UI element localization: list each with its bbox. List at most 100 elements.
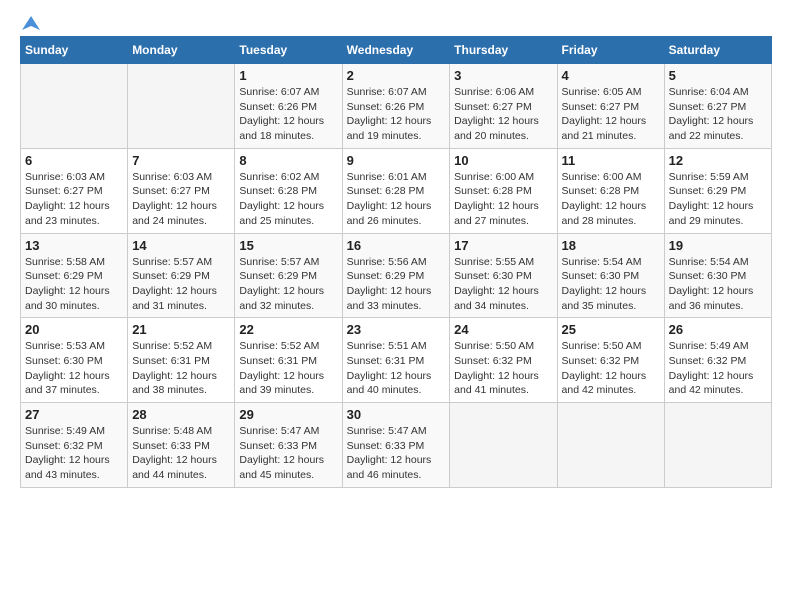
day-number: 13 xyxy=(25,238,123,253)
calendar-cell: 16 Sunrise: 5:56 AM Sunset: 6:29 PM Dayli… xyxy=(342,233,450,318)
calendar-cell: 22Sunrise: 5:52 AM Sunset: 6:31 PM Dayli… xyxy=(235,318,342,403)
day-number: 21 xyxy=(132,322,230,337)
calendar-cell: 20Sunrise: 5:53 AM Sunset: 6:30 PM Dayli… xyxy=(21,318,128,403)
calendar-cell: 7 Sunrise: 6:03 AM Sunset: 6:27 PM Daylig… xyxy=(128,148,235,233)
day-info: Sunrise: 5:56 AM Sunset: 6:29 PM Dayligh… xyxy=(347,255,446,314)
day-info: Sunrise: 5:59 AM Sunset: 6:29 PM Dayligh… xyxy=(669,170,767,229)
day-number: 23 xyxy=(347,322,446,337)
calendar-cell: 13 Sunrise: 5:58 AM Sunset: 6:29 PM Dayli… xyxy=(21,233,128,318)
day-header-thursday: Thursday xyxy=(450,37,557,64)
day-number: 28 xyxy=(132,407,230,422)
day-number: 19 xyxy=(669,238,767,253)
day-info: Sunrise: 6:03 AM Sunset: 6:27 PM Dayligh… xyxy=(132,170,230,229)
calendar-cell: 1 Sunrise: 6:07 AM Sunset: 6:26 PM Daylig… xyxy=(235,64,342,149)
day-number: 7 xyxy=(132,153,230,168)
calendar-cell: 18 Sunrise: 5:54 AM Sunset: 6:30 PM Dayli… xyxy=(557,233,664,318)
header xyxy=(20,20,772,26)
day-number: 2 xyxy=(347,68,446,83)
day-number: 16 xyxy=(347,238,446,253)
day-info: Sunrise: 5:47 AM Sunset: 6:33 PM Dayligh… xyxy=(347,424,446,483)
calendar-cell: 23 Sunrise: 5:51 AM Sunset: 6:31 PM Dayli… xyxy=(342,318,450,403)
calendar-header-row: SundayMondayTuesdayWednesdayThursdayFrid… xyxy=(21,37,772,64)
calendar-cell: 30 Sunrise: 5:47 AM Sunset: 6:33 PM Dayli… xyxy=(342,403,450,488)
day-info: Sunrise: 5:55 AM Sunset: 6:30 PM Dayligh… xyxy=(454,255,552,314)
day-info: Sunrise: 5:52 AM Sunset: 6:31 PM Dayligh… xyxy=(239,339,337,398)
calendar-cell: 2 Sunrise: 6:07 AM Sunset: 6:26 PM Daylig… xyxy=(342,64,450,149)
calendar-cell: 25 Sunrise: 5:50 AM Sunset: 6:32 PM Dayli… xyxy=(557,318,664,403)
day-number: 25 xyxy=(562,322,660,337)
calendar-cell: 29Sunrise: 5:47 AM Sunset: 6:33 PM Dayli… xyxy=(235,403,342,488)
day-info: Sunrise: 6:01 AM Sunset: 6:28 PM Dayligh… xyxy=(347,170,446,229)
day-info: Sunrise: 6:03 AM Sunset: 6:27 PM Dayligh… xyxy=(25,170,123,229)
day-number: 8 xyxy=(239,153,337,168)
calendar-cell: 19 Sunrise: 5:54 AM Sunset: 6:30 PM Dayli… xyxy=(664,233,771,318)
calendar-cell: 28 Sunrise: 5:48 AM Sunset: 6:33 PM Dayli… xyxy=(128,403,235,488)
day-number: 24 xyxy=(454,322,552,337)
day-number: 30 xyxy=(347,407,446,422)
day-info: Sunrise: 5:49 AM Sunset: 6:32 PM Dayligh… xyxy=(669,339,767,398)
day-info: Sunrise: 6:07 AM Sunset: 6:26 PM Dayligh… xyxy=(239,85,337,144)
day-info: Sunrise: 6:07 AM Sunset: 6:26 PM Dayligh… xyxy=(347,85,446,144)
day-number: 4 xyxy=(562,68,660,83)
day-number: 6 xyxy=(25,153,123,168)
day-number: 1 xyxy=(239,68,337,83)
day-info: Sunrise: 6:00 AM Sunset: 6:28 PM Dayligh… xyxy=(562,170,660,229)
day-header-wednesday: Wednesday xyxy=(342,37,450,64)
day-info: Sunrise: 6:04 AM Sunset: 6:27 PM Dayligh… xyxy=(669,85,767,144)
week-row-2: 6 Sunrise: 6:03 AM Sunset: 6:27 PM Daylig… xyxy=(21,148,772,233)
week-row-1: 1 Sunrise: 6:07 AM Sunset: 6:26 PM Daylig… xyxy=(21,64,772,149)
calendar-cell xyxy=(21,64,128,149)
calendar-cell xyxy=(128,64,235,149)
calendar-cell: 6 Sunrise: 6:03 AM Sunset: 6:27 PM Daylig… xyxy=(21,148,128,233)
calendar-cell: 3 Sunrise: 6:06 AM Sunset: 6:27 PM Daylig… xyxy=(450,64,557,149)
calendar-body: 1 Sunrise: 6:07 AM Sunset: 6:26 PM Daylig… xyxy=(21,64,772,488)
calendar-cell: 4 Sunrise: 6:05 AM Sunset: 6:27 PM Daylig… xyxy=(557,64,664,149)
calendar-cell: 24 Sunrise: 5:50 AM Sunset: 6:32 PM Dayli… xyxy=(450,318,557,403)
day-number: 17 xyxy=(454,238,552,253)
logo-bird-icon xyxy=(22,16,40,32)
day-header-sunday: Sunday xyxy=(21,37,128,64)
day-number: 12 xyxy=(669,153,767,168)
day-info: Sunrise: 6:06 AM Sunset: 6:27 PM Dayligh… xyxy=(454,85,552,144)
day-header-tuesday: Tuesday xyxy=(235,37,342,64)
day-info: Sunrise: 5:50 AM Sunset: 6:32 PM Dayligh… xyxy=(562,339,660,398)
calendar-cell: 15Sunrise: 5:57 AM Sunset: 6:29 PM Dayli… xyxy=(235,233,342,318)
day-header-monday: Monday xyxy=(128,37,235,64)
day-number: 3 xyxy=(454,68,552,83)
day-number: 11 xyxy=(562,153,660,168)
day-info: Sunrise: 5:48 AM Sunset: 6:33 PM Dayligh… xyxy=(132,424,230,483)
calendar-cell: 14 Sunrise: 5:57 AM Sunset: 6:29 PM Dayli… xyxy=(128,233,235,318)
day-info: Sunrise: 5:52 AM Sunset: 6:31 PM Dayligh… xyxy=(132,339,230,398)
calendar-cell: 11 Sunrise: 6:00 AM Sunset: 6:28 PM Dayli… xyxy=(557,148,664,233)
calendar-cell: 9 Sunrise: 6:01 AM Sunset: 6:28 PM Daylig… xyxy=(342,148,450,233)
day-info: Sunrise: 6:05 AM Sunset: 6:27 PM Dayligh… xyxy=(562,85,660,144)
calendar-table: SundayMondayTuesdayWednesdayThursdayFrid… xyxy=(20,36,772,488)
day-info: Sunrise: 5:51 AM Sunset: 6:31 PM Dayligh… xyxy=(347,339,446,398)
day-info: Sunrise: 5:57 AM Sunset: 6:29 PM Dayligh… xyxy=(132,255,230,314)
day-info: Sunrise: 5:50 AM Sunset: 6:32 PM Dayligh… xyxy=(454,339,552,398)
day-number: 9 xyxy=(347,153,446,168)
calendar-cell: 10 Sunrise: 6:00 AM Sunset: 6:28 PM Dayli… xyxy=(450,148,557,233)
day-info: Sunrise: 5:58 AM Sunset: 6:29 PM Dayligh… xyxy=(25,255,123,314)
day-info: Sunrise: 6:00 AM Sunset: 6:28 PM Dayligh… xyxy=(454,170,552,229)
day-number: 29 xyxy=(239,407,337,422)
calendar-cell: 5Sunrise: 6:04 AM Sunset: 6:27 PM Daylig… xyxy=(664,64,771,149)
calendar-cell: 21 Sunrise: 5:52 AM Sunset: 6:31 PM Dayli… xyxy=(128,318,235,403)
day-number: 26 xyxy=(669,322,767,337)
calendar-cell xyxy=(664,403,771,488)
day-number: 14 xyxy=(132,238,230,253)
calendar-cell xyxy=(450,403,557,488)
day-header-friday: Friday xyxy=(557,37,664,64)
day-info: Sunrise: 5:54 AM Sunset: 6:30 PM Dayligh… xyxy=(562,255,660,314)
day-info: Sunrise: 5:54 AM Sunset: 6:30 PM Dayligh… xyxy=(669,255,767,314)
day-info: Sunrise: 5:49 AM Sunset: 6:32 PM Dayligh… xyxy=(25,424,123,483)
week-row-5: 27 Sunrise: 5:49 AM Sunset: 6:32 PM Dayli… xyxy=(21,403,772,488)
calendar-cell: 8 Sunrise: 6:02 AM Sunset: 6:28 PM Daylig… xyxy=(235,148,342,233)
week-row-3: 13 Sunrise: 5:58 AM Sunset: 6:29 PM Dayli… xyxy=(21,233,772,318)
day-number: 10 xyxy=(454,153,552,168)
day-number: 18 xyxy=(562,238,660,253)
day-info: Sunrise: 6:02 AM Sunset: 6:28 PM Dayligh… xyxy=(239,170,337,229)
day-info: Sunrise: 5:53 AM Sunset: 6:30 PM Dayligh… xyxy=(25,339,123,398)
day-number: 27 xyxy=(25,407,123,422)
week-row-4: 20Sunrise: 5:53 AM Sunset: 6:30 PM Dayli… xyxy=(21,318,772,403)
